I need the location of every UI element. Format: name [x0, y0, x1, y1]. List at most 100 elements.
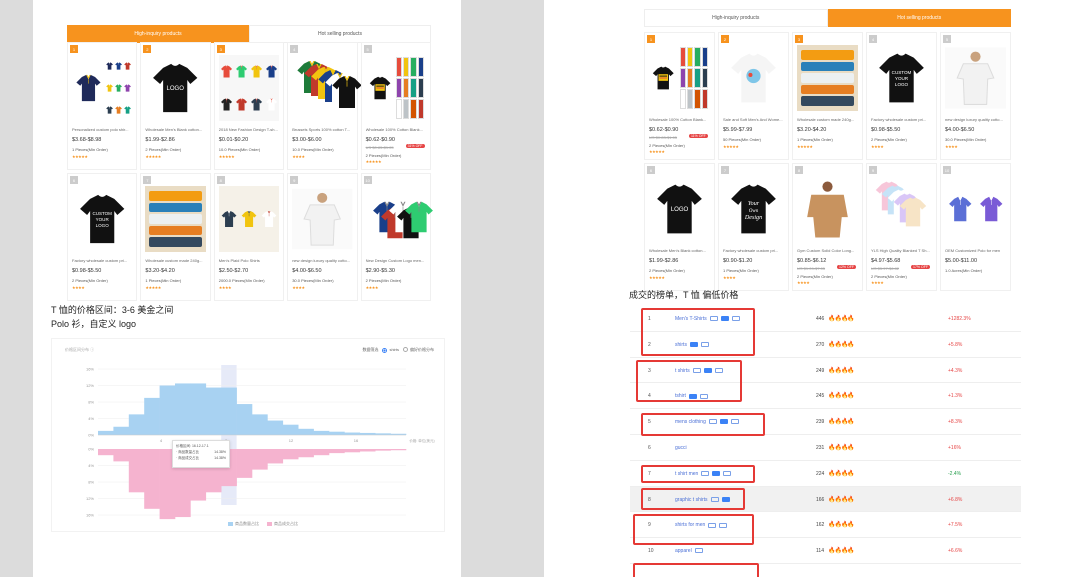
product-image[interactable]: CUSTOM YOUR LOGO	[72, 186, 132, 252]
product-image[interactable]	[218, 186, 280, 252]
product-price: $0.62-$0.90	[649, 127, 679, 133]
product-card[interactable]: 6 CUSTOM YOUR LOGO Factory wholesale custo…	[67, 173, 138, 301]
x-axis-unit: 价格: 单位(美元)	[409, 438, 434, 443]
product-image[interactable]	[292, 186, 353, 252]
tooltip-b-value: 14.38%	[214, 456, 226, 460]
tab-high-inquiry[interactable]: High-inquiry products	[644, 9, 828, 27]
product-card[interactable]: 4 Brussels Sports 100% cotton T... $3.00…	[287, 42, 362, 170]
rank-badge: 2	[143, 45, 152, 53]
product-image[interactable]	[366, 55, 426, 121]
product-image[interactable]	[945, 176, 1006, 242]
product-image[interactable]	[292, 55, 362, 121]
product-price: $0.01-$0.20	[218, 137, 249, 143]
product-title[interactable]: Wholesale custom made 240g...	[145, 258, 205, 263]
product-price: $0.62-$0.90	[365, 137, 395, 143]
min-order: 2 Pieces(Min Order)	[72, 278, 108, 283]
discount-badge: 17% OFF	[911, 265, 930, 269]
discount-badge: 11% OFF	[689, 134, 708, 138]
product-image[interactable]	[723, 45, 784, 111]
product-title[interactable]: Factory wholesale custom pri...	[72, 258, 132, 263]
keyword-link[interactable]: gucci	[675, 445, 687, 451]
tab-hot-selling[interactable]: Hot selling products	[827, 9, 1011, 27]
product-card[interactable]: 7 Your Own Design Factory wholesale custom…	[718, 163, 789, 291]
product-card[interactable]: 3 2018 New Fashion Design T-sh... $0.01-…	[213, 42, 285, 170]
rank-badge: 5	[363, 45, 372, 53]
product-title[interactable]: Wholesale Men's Blank cotton...	[145, 127, 205, 132]
rating-stars-icon: ★★★★	[365, 285, 379, 290]
product-price: $0.98-$5.50	[72, 268, 102, 274]
product-title[interactable]: OEM Customized Polo for men	[945, 248, 1006, 253]
x-tick-label: 12	[289, 438, 294, 443]
product-card[interactable]: 9 YLS High Quality Blanked T Sh... $4.97…	[866, 163, 937, 291]
product-image[interactable]	[797, 176, 858, 242]
product-title[interactable]: Wholesale 100% Cotton Blank...	[366, 127, 426, 132]
product-card[interactable]: 7 Wholesale custom made 240g... $3.20-$4…	[140, 173, 211, 301]
product-card[interactable]: 8 Gym Custom Solid Color Long... $0.85-$…	[792, 163, 863, 291]
legend-item-count[interactable]: 商品数量占比	[228, 521, 259, 527]
rating-stars-icon: ★★★★★	[72, 154, 88, 159]
bar-lower	[128, 449, 145, 493]
tab-high-inquiry[interactable]: High-inquiry products	[67, 25, 249, 43]
product-title[interactable]: Brussels Sports 100% cotton T...	[292, 127, 352, 132]
rank-badge: 7	[721, 166, 729, 174]
product-image[interactable]: LOGO	[145, 55, 205, 121]
bar-upper	[252, 414, 268, 435]
monitor-icon[interactable]	[694, 548, 703, 554]
product-title[interactable]: new design luxury quality cotto...	[945, 117, 1006, 122]
product-title[interactable]: 2018 New Fashion Design T-sh...	[219, 127, 279, 132]
product-title[interactable]: Gym Custom Solid Color Long...	[797, 248, 858, 253]
product-card[interactable]: 2 LOGO Wholesale Men's Blank cotton... $…	[140, 42, 211, 170]
product-card[interactable]: 10 OEM Customized Polo for men $5.00-$11…	[940, 163, 1011, 291]
keyword-change: -2.4%	[948, 470, 962, 477]
product-card[interactable]: 5 Wholesale 100% Cotton Blank... $0.62-$…	[360, 42, 431, 170]
product-image[interactable]	[218, 55, 280, 121]
product-title[interactable]: Factory wholesale custom pri...	[871, 117, 932, 122]
product-title[interactable]: Wholesale Men's Blank cotton...	[649, 248, 710, 253]
product-image[interactable]	[649, 45, 710, 111]
product-title[interactable]: Wholesale 100% Cotton Blank...	[649, 117, 710, 122]
right-product-grid: 1 Wholesale 100% Cotton Blank... $0.62-$…	[644, 32, 1011, 291]
product-image[interactable]	[366, 186, 433, 252]
svg-text:Own: Own	[749, 208, 759, 214]
svg-text:YOUR: YOUR	[96, 217, 110, 222]
product-image[interactable]: Your Own Design	[723, 176, 784, 242]
product-card[interactable]: 10 New Design Custom Logo men... $2.90-$…	[360, 173, 433, 301]
product-image[interactable]	[72, 55, 132, 121]
tab-hot-selling[interactable]: Hot selling products	[249, 25, 431, 43]
bar-lower	[313, 449, 330, 456]
product-title[interactable]: YLS High Quality Blanked T Sh...	[871, 248, 932, 253]
product-title[interactable]: Men's Plaid Polo Shirts	[219, 258, 279, 263]
rating-stars-icon: ★★★★	[218, 285, 232, 290]
product-image[interactable]	[145, 186, 206, 252]
annotation-box	[641, 308, 755, 356]
legend-item-deals[interactable]: 商品成交占比	[267, 521, 298, 527]
y-tick-label: 8%	[88, 480, 94, 485]
product-card[interactable]: 1 Wholesale 100% Cotton Blank... $0.62-$…	[644, 32, 715, 160]
product-image[interactable]	[797, 45, 858, 111]
product-title[interactable]: new design luxury quality cotto...	[292, 258, 352, 263]
product-image[interactable]	[871, 176, 932, 242]
product-image[interactable]: LOGO	[649, 176, 710, 242]
min-order: 10.0 Pieces(Min Order)	[218, 147, 261, 152]
product-image[interactable]	[945, 45, 1006, 111]
product-price: $5.99-$7.99	[723, 127, 753, 133]
product-title[interactable]: Factory wholesale custom pri...	[723, 248, 784, 253]
product-title[interactable]: Sale and Soft Men's And Wome...	[723, 117, 784, 122]
product-card[interactable]: 4 CUSTOM YOUR LOGO Factory wholesale custo…	[866, 32, 937, 160]
keyword-link[interactable]: apparel	[675, 548, 692, 554]
product-image[interactable]: CUSTOM YOUR LOGO	[871, 45, 932, 111]
product-price: $0.85-$6.12	[797, 258, 827, 264]
bar-lower	[236, 449, 253, 478]
product-title[interactable]: Personalized custom polo shir...	[72, 127, 132, 132]
rating-stars-icon: ★★★★	[871, 280, 884, 285]
product-card[interactable]: 1 Personalized custom polo shir... $3.68…	[67, 42, 138, 170]
y-tick-label: 16%	[86, 513, 94, 518]
product-title[interactable]: Wholesale custom made 240g...	[797, 117, 858, 122]
product-card[interactable]: 2 Sale and Soft Men's And Wome... $5.99-…	[718, 32, 789, 160]
product-card[interactable]: 3 Wholesale custom made 240g... $3.20-$4…	[792, 32, 863, 160]
product-card[interactable]: 8 Men's Plaid Polo Shirts $2.50-$2.70 20…	[213, 173, 285, 301]
product-card[interactable]: 6 LOGO Wholesale Men's Blank cotton... $…	[644, 163, 715, 291]
product-card[interactable]: 5 new design luxury quality cotto... $4.…	[940, 32, 1011, 160]
product-card[interactable]: 9 new design luxury quality cotto... $4.…	[287, 173, 358, 301]
product-title[interactable]: New Design Custom Logo men...	[366, 258, 426, 263]
